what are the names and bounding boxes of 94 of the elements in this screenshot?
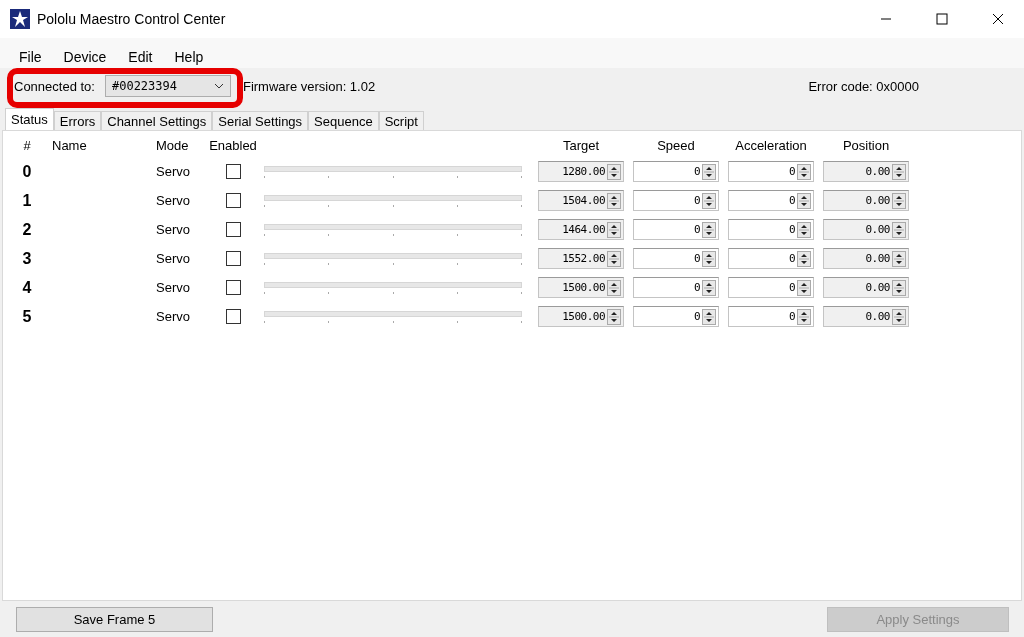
spinner-arrows-icon[interactable] xyxy=(892,308,906,325)
channel-mode: Servo xyxy=(156,193,191,208)
channel-number: 5 xyxy=(21,307,33,326)
spinner-arrows-icon[interactable] xyxy=(702,250,716,267)
menu-item[interactable]: File xyxy=(19,49,42,68)
spin-field[interactable]: 0 xyxy=(633,190,719,211)
enabled-checkbox[interactable] xyxy=(225,280,241,295)
spin-field[interactable]: 0.00 xyxy=(823,219,909,240)
device-dropdown[interactable]: #00223394 xyxy=(104,75,231,97)
column-header: Position xyxy=(842,137,890,153)
column-header: Speed xyxy=(657,137,695,153)
channel-mode: Servo xyxy=(156,280,191,295)
spinner-arrows-icon[interactable] xyxy=(607,221,621,238)
tab[interactable]: Serial Settings xyxy=(212,111,309,130)
channel-mode: Servo xyxy=(156,164,191,179)
spin-field[interactable]: 0 xyxy=(728,248,814,269)
spin-field[interactable]: 0.00 xyxy=(823,277,909,298)
spinner-arrows-icon[interactable] xyxy=(797,279,811,296)
chevron-down-icon xyxy=(213,83,224,89)
spin-field[interactable]: 1280.00 xyxy=(538,161,624,182)
spinner-arrows-icon[interactable] xyxy=(797,163,811,180)
firmware-version: Firmware version: 1.02 xyxy=(242,78,376,94)
channel-number: 4 xyxy=(21,278,33,297)
enabled-checkbox[interactable] xyxy=(225,193,241,208)
spinner-arrows-icon[interactable] xyxy=(892,192,906,209)
spin-field[interactable]: 1552.00 xyxy=(538,248,624,269)
spinner-arrows-icon[interactable] xyxy=(702,163,716,180)
column-header: Target xyxy=(562,137,600,153)
channel-mode: Servo xyxy=(156,309,191,324)
column-header: Mode xyxy=(156,137,190,153)
spin-field[interactable]: 0 xyxy=(728,190,814,211)
close-icon[interactable] xyxy=(992,13,1004,25)
spin-field[interactable]: 0 xyxy=(728,219,814,240)
spin-field[interactable]: 0 xyxy=(728,306,814,327)
spinner-arrows-icon[interactable] xyxy=(607,279,621,296)
spin-field[interactable]: 1500.00 xyxy=(538,277,624,298)
spin-field[interactable]: 0 xyxy=(633,277,719,298)
spinner-arrows-icon[interactable] xyxy=(892,279,906,296)
maximize-icon[interactable] xyxy=(936,13,948,25)
app-logo-icon xyxy=(10,9,30,29)
tab[interactable]: Errors xyxy=(53,111,102,130)
spinner-arrows-icon[interactable] xyxy=(702,221,716,238)
spinner-arrows-icon[interactable] xyxy=(607,308,621,325)
spin-field[interactable]: 0 xyxy=(728,277,814,298)
channel-number: 2 xyxy=(21,220,33,239)
menu-item[interactable]: Device xyxy=(63,49,107,68)
spin-field[interactable]: 0 xyxy=(633,219,719,240)
spinner-arrows-icon[interactable] xyxy=(797,192,811,209)
spinner-arrows-icon[interactable] xyxy=(702,192,716,209)
enabled-checkbox[interactable] xyxy=(225,309,241,324)
spinner-arrows-icon[interactable] xyxy=(892,163,906,180)
column-header: Name xyxy=(52,137,88,153)
save-frame-button[interactable]: Save Frame 5 xyxy=(16,606,213,632)
enabled-checkbox[interactable] xyxy=(225,164,241,179)
spin-field[interactable]: 0 xyxy=(633,161,719,182)
spin-field[interactable]: 0.00 xyxy=(823,161,909,182)
spinner-arrows-icon[interactable] xyxy=(607,163,621,180)
channel-number: 1 xyxy=(21,191,33,210)
spinner-arrows-icon[interactable] xyxy=(797,221,811,238)
spinner-arrows-icon[interactable] xyxy=(797,308,811,325)
channel-number: 0 xyxy=(21,162,33,181)
tab[interactable]: Sequence xyxy=(308,111,379,130)
channel-number: 3 xyxy=(21,249,33,268)
spinner-arrows-icon[interactable] xyxy=(892,221,906,238)
connected-label: Connected to: xyxy=(14,78,95,94)
enabled-checkbox[interactable] xyxy=(225,251,241,266)
window-title: Pololu Maestro Control Center xyxy=(37,11,226,27)
enabled-checkbox[interactable] xyxy=(225,222,241,237)
error-code: Error code: 0x0000 xyxy=(808,78,919,94)
tab[interactable]: Script xyxy=(378,111,424,130)
menu-item[interactable]: Edit xyxy=(128,49,153,68)
tab[interactable]: Channel Settings xyxy=(101,111,213,130)
spinner-arrows-icon[interactable] xyxy=(702,279,716,296)
spin-field[interactable]: 0 xyxy=(728,161,814,182)
spinner-arrows-icon[interactable] xyxy=(607,192,621,209)
channel-mode: Servo xyxy=(156,222,191,237)
column-header: # xyxy=(22,137,32,153)
spinner-arrows-icon[interactable] xyxy=(702,308,716,325)
tab[interactable]: Status xyxy=(5,108,54,130)
column-header: Acceleration xyxy=(735,137,807,153)
spin-field[interactable]: 1504.00 xyxy=(538,190,624,211)
spin-field[interactable]: 0.00 xyxy=(823,190,909,211)
spin-field[interactable]: 1500.00 xyxy=(538,306,624,327)
spin-field[interactable]: 0 xyxy=(633,306,719,327)
spin-field[interactable]: 0.00 xyxy=(823,248,909,269)
spinner-arrows-icon[interactable] xyxy=(797,250,811,267)
spin-field[interactable]: 0.00 xyxy=(823,306,909,327)
spinner-arrows-icon[interactable] xyxy=(607,250,621,267)
spin-field[interactable]: 1464.00 xyxy=(538,219,624,240)
spin-field[interactable]: 0 xyxy=(633,248,719,269)
menu-item[interactable]: Help xyxy=(174,49,204,68)
channel-mode: Servo xyxy=(156,251,191,266)
spinner-arrows-icon[interactable] xyxy=(892,250,906,267)
column-header: Enabled xyxy=(208,137,258,153)
